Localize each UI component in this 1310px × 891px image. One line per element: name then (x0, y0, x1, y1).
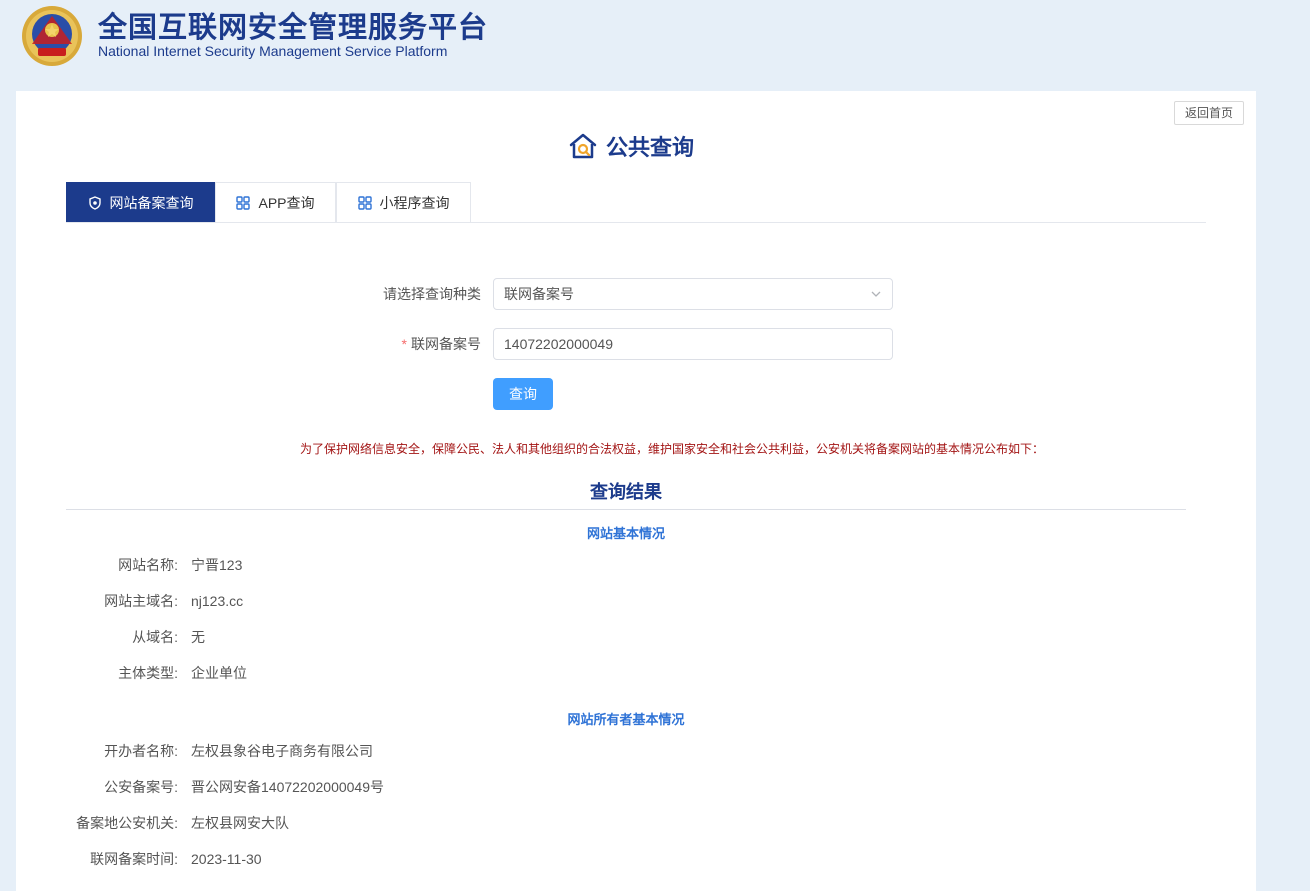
tab-label: 网站备案查询 (109, 194, 194, 211)
tab-label: APP查询 (258, 194, 315, 211)
page-heading: 公共查询 (568, 131, 694, 161)
field-key: 网站名称: (118, 557, 178, 573)
grid-icon (357, 195, 372, 210)
query-button[interactable]: 查询 (493, 378, 553, 410)
site-title: 全国互联网安全管理服务平台 (98, 12, 489, 44)
house-search-icon (569, 133, 597, 159)
field-key: 公安备案号: (104, 779, 178, 795)
website-section-title: 网站基本情况 (586, 526, 665, 541)
field-key: 开办者名称: (104, 743, 178, 759)
field-value: 企业单位 (191, 665, 247, 681)
field-key: 联网备案时间: (90, 851, 178, 867)
disclosure-notice: 为了保护网络信息安全，保障公民、法人和其他组织的合法权益，维护国家安全和社会公共… (299, 442, 1044, 456)
info-row: 备案地公安机关: 左权县网安大队 (16, 813, 1256, 833)
field-key: 主体类型: (118, 665, 178, 681)
field-value: 2023-11-30 (191, 851, 262, 867)
field-key: 从域名: (132, 629, 178, 645)
query-type-select[interactable]: 联网备案号 (493, 278, 893, 310)
record-number-row: * 联网备案号 14072202000049 (16, 328, 1256, 360)
info-row: 网站主域名: nj123.cc (16, 591, 1256, 611)
main-panel: 返回首页 公共查询 网站备案查询 APP查询 小程序查询 请选择查询种类 联网备… (16, 91, 1256, 891)
record-number-value: 14072202000049 (504, 336, 614, 352)
field-value: 无 (191, 629, 205, 645)
info-row: 公安备案号: 晋公网安备14072202000049号 (16, 777, 1256, 797)
results-heading: 查询结果 (590, 482, 662, 502)
query-tabs: 网站备案查询 APP查询 小程序查询 (66, 182, 1206, 223)
site-subtitle: National Internet Security Management Se… (98, 43, 448, 59)
back-home-button[interactable]: 返回首页 (1174, 101, 1245, 125)
field-key: 网站主域名: (104, 593, 178, 609)
query-type-value: 联网备案号 (504, 286, 574, 302)
divider (66, 509, 1186, 510)
field-value: 左权县网安大队 (191, 815, 289, 831)
site-header: 全国互联网安全管理服务平台 National Internet Security… (0, 0, 1310, 90)
owner-section-title: 网站所有者基本情况 (567, 712, 685, 727)
required-asterisk: * (401, 336, 407, 352)
info-row: 网站名称: 宁晋123 (16, 555, 1256, 575)
info-row: 从域名: 无 (16, 627, 1256, 647)
query-type-label: 请选择查询种类 (383, 286, 481, 302)
record-number-input[interactable]: 14072202000049 (493, 328, 893, 360)
query-type-row: 请选择查询种类 联网备案号 (16, 278, 1256, 310)
field-value: 宁晋123 (191, 557, 243, 573)
info-row: 开办者名称: 左权县象谷电子商务有限公司 (16, 741, 1256, 761)
field-value: nj123.cc (191, 593, 244, 609)
police-emblem-icon (22, 6, 82, 66)
record-number-label: * 联网备案号 (401, 336, 481, 352)
chevron-down-icon (870, 279, 882, 309)
field-value: 晋公网安备14072202000049号 (191, 779, 385, 795)
tab-app[interactable]: APP查询 (215, 182, 336, 222)
shield-icon (88, 195, 101, 210)
field-key: 备案地公安机关: (76, 815, 178, 831)
info-row: 主体类型: 企业单位 (16, 663, 1256, 683)
info-row: 联网备案时间: 2023-11-30 (16, 849, 1256, 869)
field-value: 左权县象谷电子商务有限公司 (191, 743, 373, 759)
grid-icon (236, 195, 251, 210)
tab-mini-program[interactable]: 小程序查询 (336, 182, 471, 222)
tab-label: 小程序查询 (379, 194, 450, 211)
tab-website-record[interactable]: 网站备案查询 (66, 182, 215, 222)
page-title: 公共查询 (606, 135, 695, 160)
